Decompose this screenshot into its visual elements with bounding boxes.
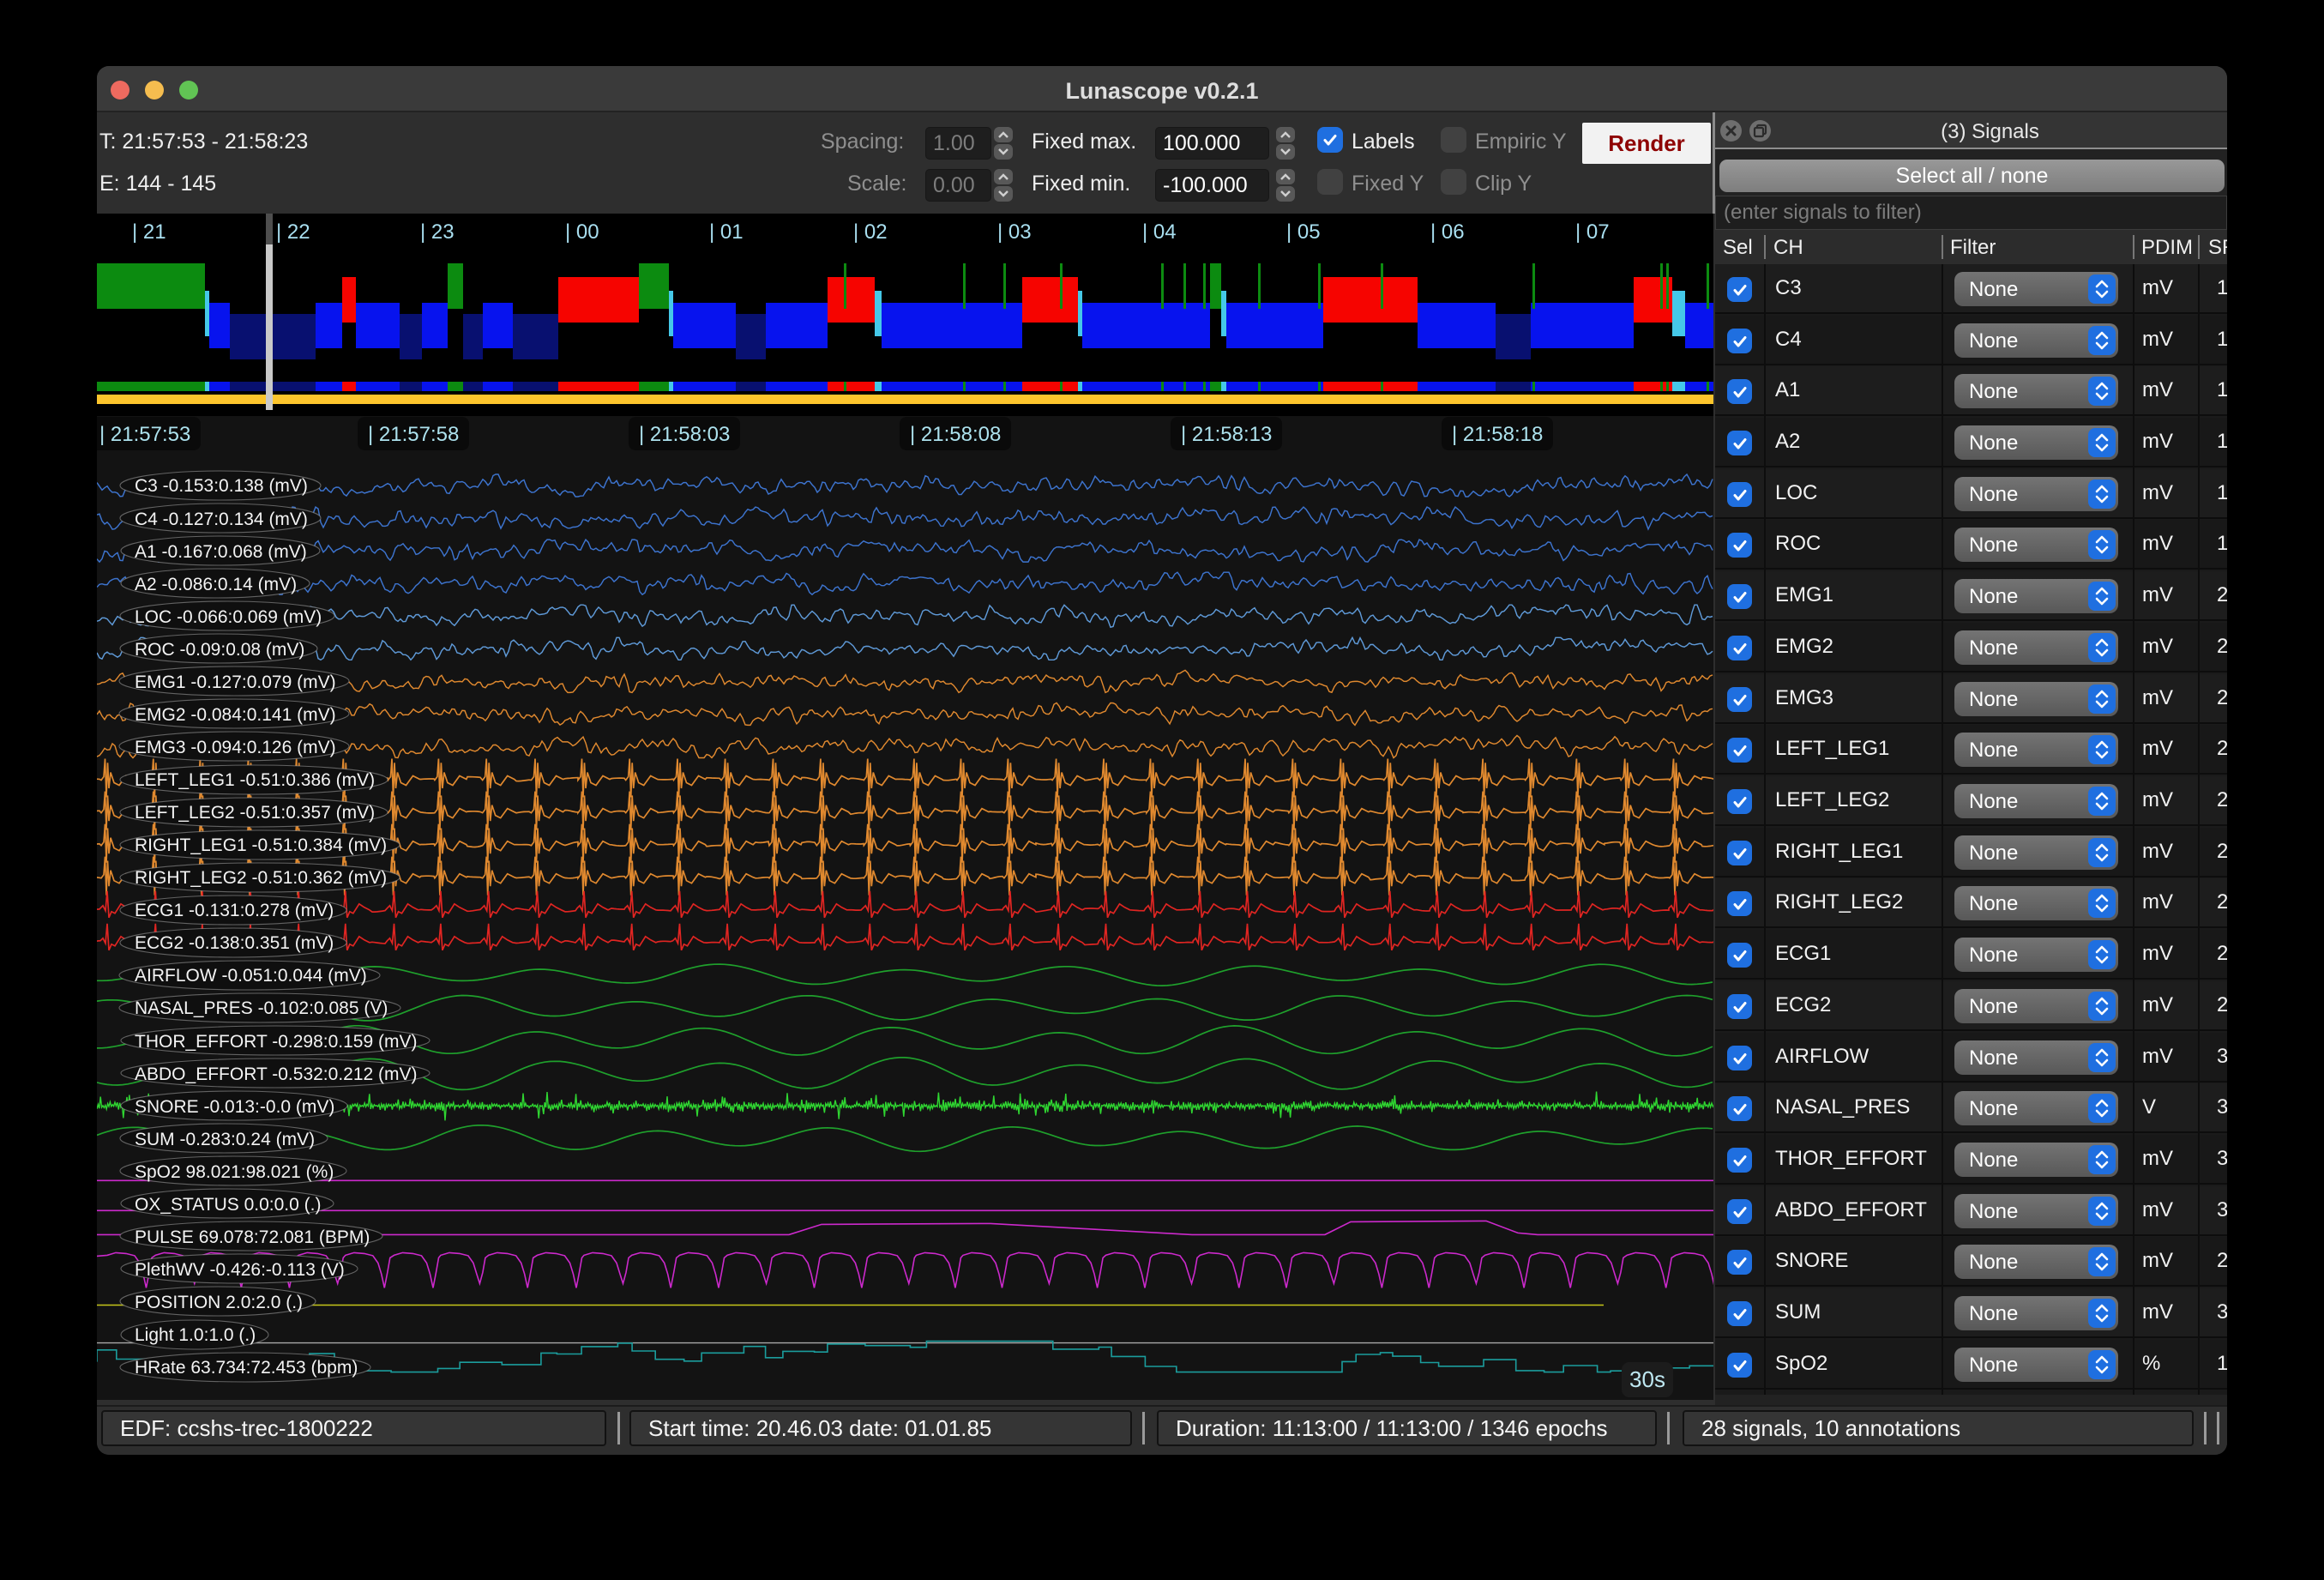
svg-text:| 02: | 02: [853, 220, 888, 244]
svg-text:| 06: | 06: [1430, 220, 1465, 244]
svg-text:ECG2 -0.138:0.351 (mV): ECG2 -0.138:0.351 (mV): [135, 933, 334, 953]
svg-text:NASAL_PRES -0.102:0.085 (V): NASAL_PRES -0.102:0.085 (V): [135, 998, 388, 1018]
svg-text:EMG3 -0.094:0.126 (mV): EMG3 -0.094:0.126 (mV): [135, 738, 336, 757]
svg-text:POSITION 2.0:2.0 (.): POSITION 2.0:2.0 (.): [135, 1293, 303, 1312]
svg-text:SNORE -0.013:-0.0 (mV): SNORE -0.013:-0.0 (mV): [135, 1097, 334, 1117]
svg-text:SpO2 98.021:98.021 (%): SpO2 98.021:98.021 (%): [135, 1162, 334, 1182]
svg-text:| 00: | 00: [565, 220, 599, 244]
svg-text:| 21:57:58: | 21:57:58: [368, 423, 459, 446]
svg-text:ECG1 -0.131:0.278 (mV): ECG1 -0.131:0.278 (mV): [135, 901, 334, 920]
svg-text:PULSE 69.078:72.081 (BPM): PULSE 69.078:72.081 (BPM): [135, 1227, 370, 1247]
svg-text:HRate 63.734:72.453 (bpm): HRate 63.734:72.453 (bpm): [135, 1358, 358, 1378]
svg-text:LEFT_LEG1 -0.51:0.386 (mV): LEFT_LEG1 -0.51:0.386 (mV): [135, 770, 375, 790]
svg-text:| 21:58:08: | 21:58:08: [910, 423, 1001, 446]
svg-text:| 21:58:03: | 21:58:03: [639, 423, 730, 446]
svg-text:| 05: | 05: [1286, 220, 1321, 244]
svg-text:| 07: | 07: [1575, 220, 1610, 244]
svg-text:RIGHT_LEG2 -0.51:0.362 (mV): RIGHT_LEG2 -0.51:0.362 (mV): [135, 868, 387, 888]
svg-text:30s: 30s: [1629, 1366, 1665, 1392]
svg-text:SUM -0.283:0.24 (mV): SUM -0.283:0.24 (mV): [135, 1130, 315, 1149]
svg-text:EMG1 -0.127:0.079 (mV): EMG1 -0.127:0.079 (mV): [135, 672, 336, 692]
svg-text:| 04: | 04: [1142, 220, 1177, 244]
svg-text:AIRFLOW -0.051:0.044 (mV): AIRFLOW -0.051:0.044 (mV): [135, 966, 367, 986]
svg-text:C4 -0.127:0.134 (mV): C4 -0.127:0.134 (mV): [135, 510, 308, 529]
svg-text:| 23: | 23: [420, 220, 455, 244]
svg-text:THOR_EFFORT -0.298:0.159 (mV): THOR_EFFORT -0.298:0.159 (mV): [135, 1032, 418, 1052]
svg-text:EMG2 -0.084:0.141 (mV): EMG2 -0.084:0.141 (mV): [135, 705, 336, 725]
svg-text:A1 -0.167:0.068 (mV): A1 -0.167:0.068 (mV): [135, 542, 307, 562]
svg-text:ROC -0.09:0.08 (mV): ROC -0.09:0.08 (mV): [135, 640, 304, 660]
svg-text:| 21:57:53: | 21:57:53: [99, 423, 190, 446]
svg-text:LEFT_LEG2 -0.51:0.357 (mV): LEFT_LEG2 -0.51:0.357 (mV): [135, 803, 375, 823]
svg-text:| 21:58:13: | 21:58:13: [1181, 423, 1272, 446]
svg-text:| 03: | 03: [997, 220, 1032, 244]
svg-text:| 21:58:18: | 21:58:18: [1452, 423, 1543, 446]
svg-text:Light 1.0:1.0 (.): Light 1.0:1.0 (.): [135, 1325, 256, 1345]
svg-text:RIGHT_LEG1 -0.51:0.384 (mV): RIGHT_LEG1 -0.51:0.384 (mV): [135, 835, 387, 855]
svg-text:LOC -0.066:0.069 (mV): LOC -0.066:0.069 (mV): [135, 607, 322, 627]
svg-text:| 21: | 21: [132, 220, 166, 244]
svg-text:| 01: | 01: [709, 220, 744, 244]
svg-text:| 22: | 22: [276, 220, 310, 244]
svg-text:PlethWV -0.426:-0.113 (V): PlethWV -0.426:-0.113 (V): [135, 1260, 345, 1280]
svg-text:OX_STATUS 0.0:0.0 (.): OX_STATUS 0.0:0.0 (.): [135, 1195, 321, 1215]
svg-text:ABDO_EFFORT -0.532:0.212 (mV): ABDO_EFFORT -0.532:0.212 (mV): [135, 1064, 418, 1084]
svg-text:A2 -0.086:0.14 (mV): A2 -0.086:0.14 (mV): [135, 575, 297, 594]
svg-text:C3 -0.153:0.138 (mV): C3 -0.153:0.138 (mV): [135, 476, 308, 496]
